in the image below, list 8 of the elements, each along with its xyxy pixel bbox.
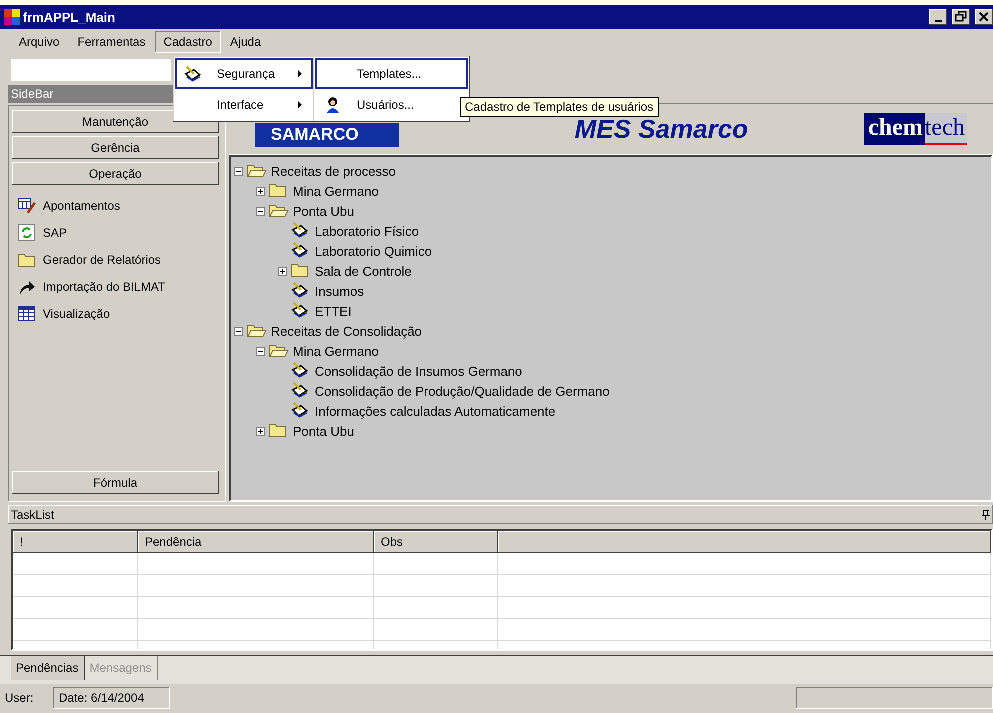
status-user: User:	[4, 690, 35, 707]
panel-header: TaskList	[8, 505, 993, 524]
logo-text: tech	[925, 113, 967, 145]
tooltip: Cadastro de Templates de usuários	[460, 97, 659, 117]
logo-text: chem	[864, 113, 926, 145]
status-date: Date: 6/14/2004	[53, 687, 170, 709]
company-logo: SAMARCO	[255, 123, 399, 147]
window-title: frmAPPL_Main	[23, 10, 116, 24]
